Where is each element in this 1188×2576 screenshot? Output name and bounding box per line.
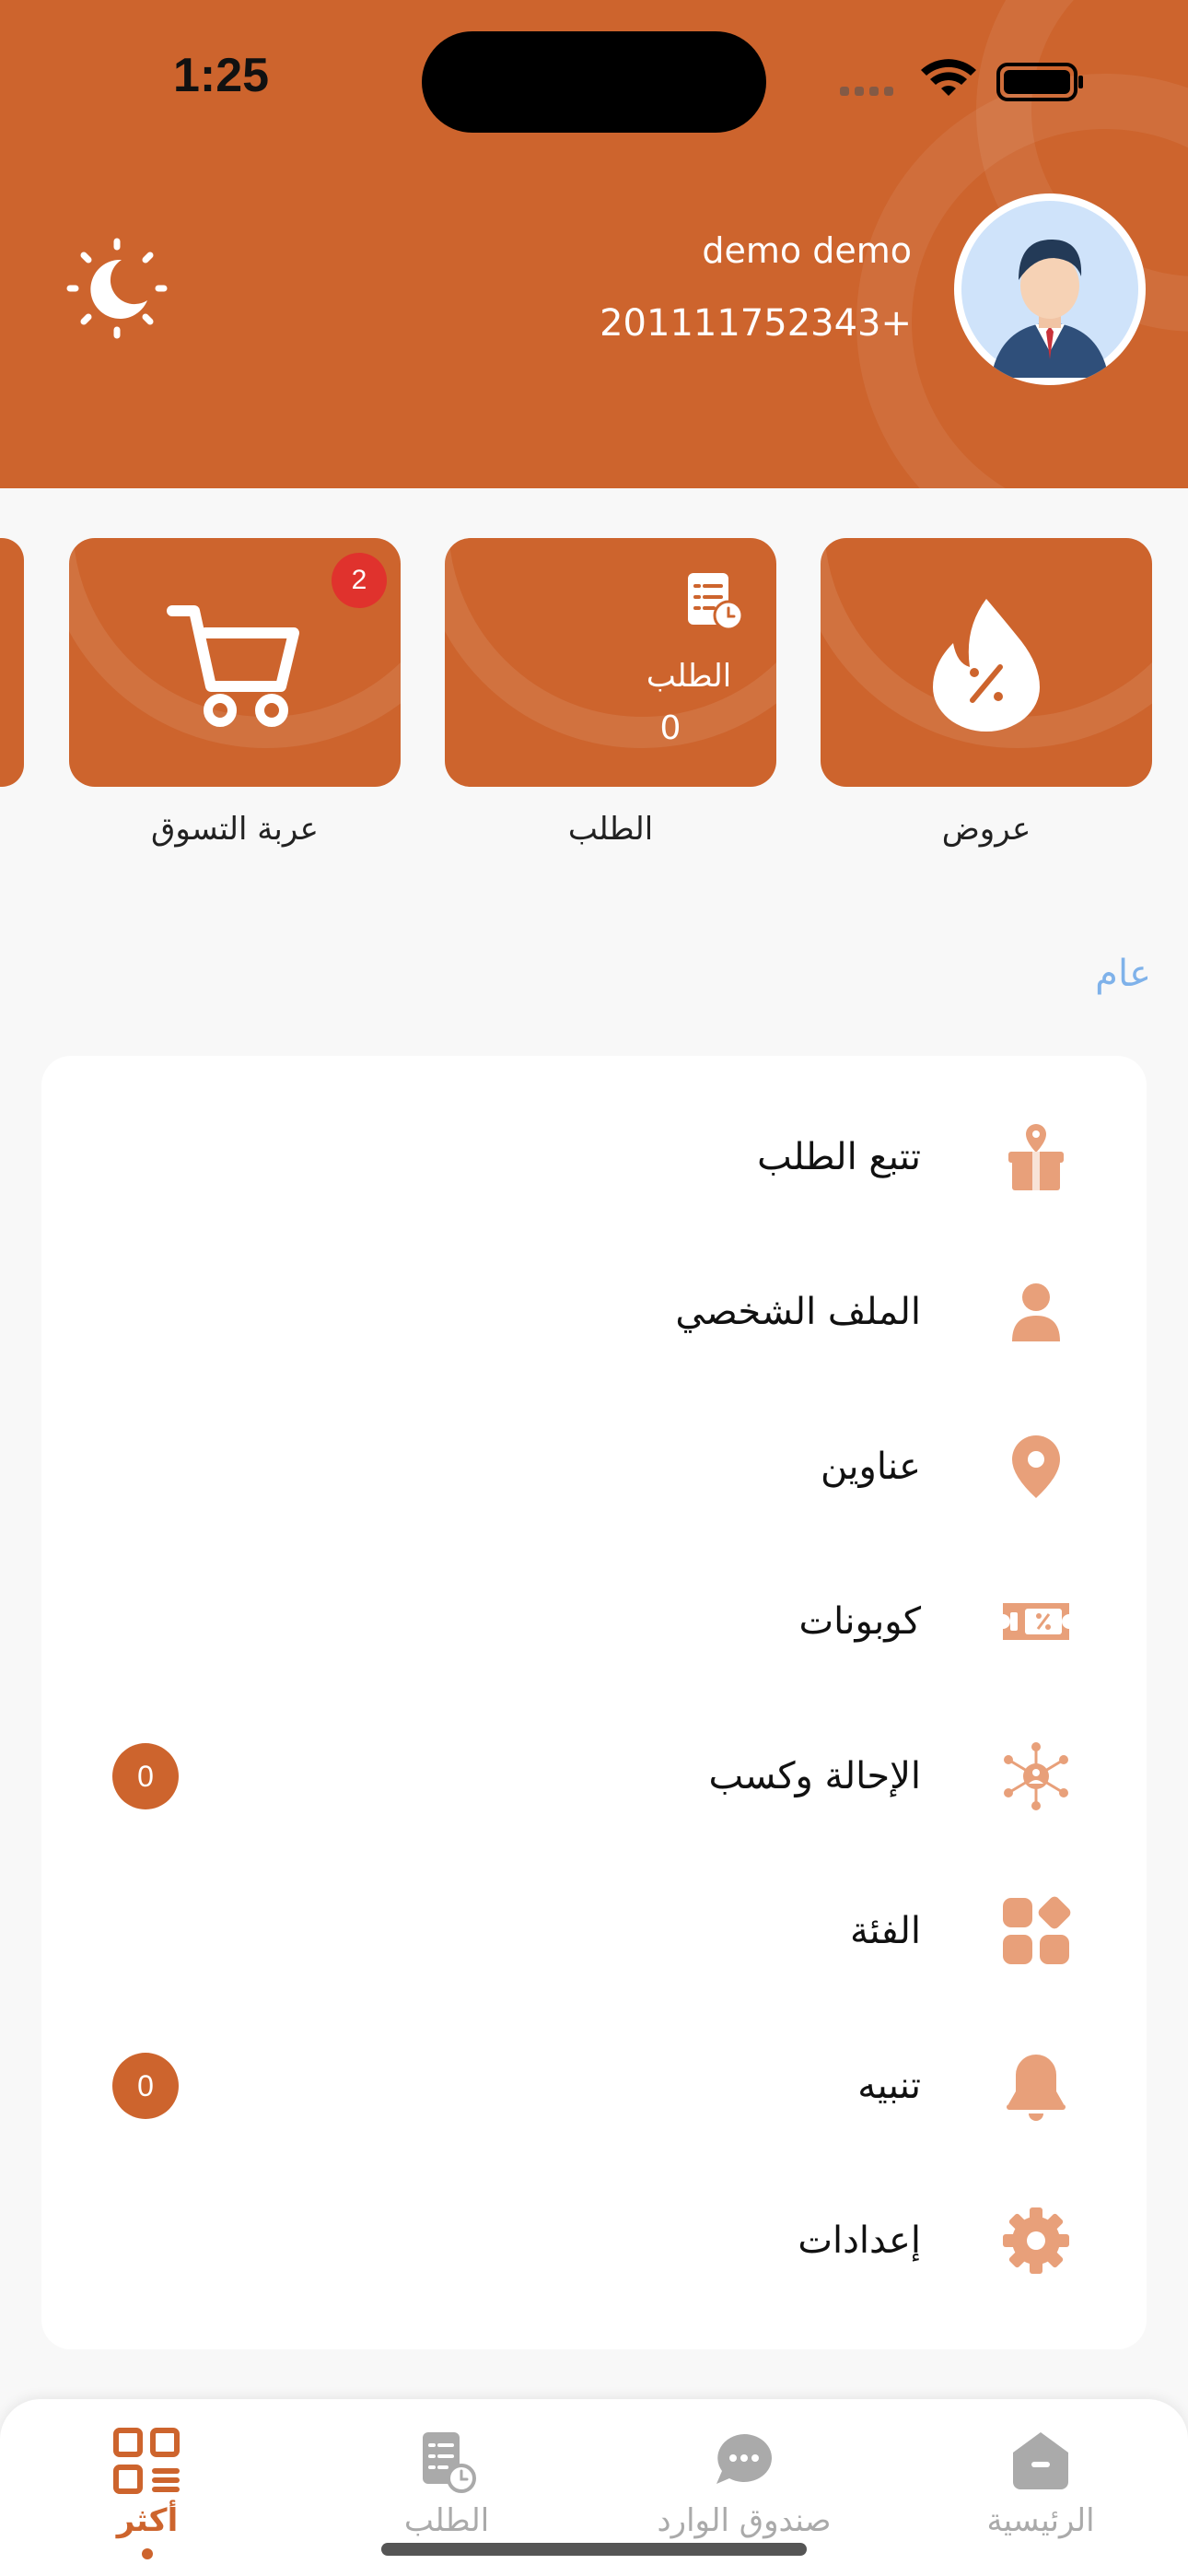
grid-icon (1003, 1896, 1071, 1964)
menu-item-label: تنبيه (857, 2065, 921, 2107)
offers-card[interactable] (821, 538, 1152, 787)
nav-label: الطلب (403, 2502, 490, 2539)
nav-tab-orders[interactable]: الطلب (327, 2421, 566, 2550)
coupon-icon (1003, 1603, 1069, 1640)
orders-card-title: الطلب (646, 658, 732, 695)
network-icon (1004, 1742, 1068, 1810)
map-pin-icon (1012, 1435, 1060, 1498)
nav-tab-more[interactable]: أكثر (28, 2421, 267, 2559)
quick-action-partial-card[interactable] (0, 538, 24, 787)
menu-item-coupons[interactable]: كوبونات (41, 1544, 1147, 1699)
nav-label: الرئيسية (986, 2502, 1095, 2539)
menu-item-label: الفئة (849, 1910, 921, 1952)
status-time: 1:25 (173, 49, 270, 102)
dynamic-island (422, 31, 766, 133)
gear-icon (1003, 2207, 1069, 2274)
signal-icon (840, 87, 893, 96)
order-list-icon (423, 2432, 476, 2493)
chat-bubble-icon (716, 2434, 772, 2484)
menu-item-label: الإحالة وكسب (708, 1755, 921, 1797)
menu-item-notification[interactable]: تنبيه 0 (41, 2008, 1147, 2163)
more-grid-icon (113, 2428, 180, 2494)
moon-sun-icon (66, 238, 168, 339)
refer-count-badge: 0 (112, 1743, 179, 1809)
notification-count-badge: 0 (112, 2053, 179, 2119)
menu-item-label: تتبع الطلب (757, 1136, 921, 1178)
menu-item-refer-earn[interactable]: الإحالة وكسب 0 (41, 1699, 1147, 1854)
package-location-icon (1008, 1124, 1064, 1190)
menu-item-label: إعدادات (798, 2219, 921, 2262)
menu-item-track-order[interactable]: تتبع الطلب (41, 1080, 1147, 1235)
avatar[interactable] (954, 193, 1146, 385)
user-phone: 201111752343+ (600, 302, 912, 345)
fire-discount-icon (933, 599, 1040, 732)
nav-tab-home[interactable]: الرئيسية (921, 2421, 1160, 2550)
menu-item-label: عناوين (820, 1446, 921, 1488)
menu-item-category[interactable]: الفئة (41, 1854, 1147, 2008)
orders-card-count: 0 (659, 709, 681, 747)
menu-item-label: كوبونات (798, 1600, 921, 1643)
menu-item-addresses[interactable]: عناوين (41, 1389, 1147, 1544)
cart-label: عربة التسوق (151, 811, 319, 848)
section-title-general: عام (1095, 953, 1151, 995)
dark-mode-toggle[interactable] (66, 238, 168, 339)
orders-card[interactable]: الطلب 0 (445, 538, 776, 787)
user-name: demo demo (702, 230, 912, 271)
wifi-icon (921, 59, 976, 96)
avatar-illustration (961, 201, 1138, 378)
orders-label: الطلب (567, 811, 654, 848)
cart-badge: 2 (332, 553, 387, 608)
menu-item-settings[interactable]: إعدادات (41, 2163, 1147, 2318)
user-icon (1012, 1283, 1060, 1341)
nav-label: صندوق الوارد (657, 2502, 832, 2539)
home-icon (1013, 2432, 1068, 2489)
menu-item-label: الملف الشخصي (675, 1291, 921, 1333)
bell-icon (1007, 2055, 1066, 2121)
battery-icon (996, 63, 1083, 101)
menu-item-profile[interactable]: الملف الشخصي (41, 1235, 1147, 1389)
home-indicator (381, 2543, 807, 2556)
nav-tab-inbox[interactable]: صندوق الوارد (624, 2421, 864, 2550)
active-indicator-dot (142, 2548, 153, 2559)
status-icons (840, 59, 1083, 101)
cart-icon (167, 605, 299, 727)
offers-label: عروض (941, 811, 1031, 848)
nav-label: أكثر (116, 2502, 179, 2539)
order-list-icon (688, 573, 744, 631)
